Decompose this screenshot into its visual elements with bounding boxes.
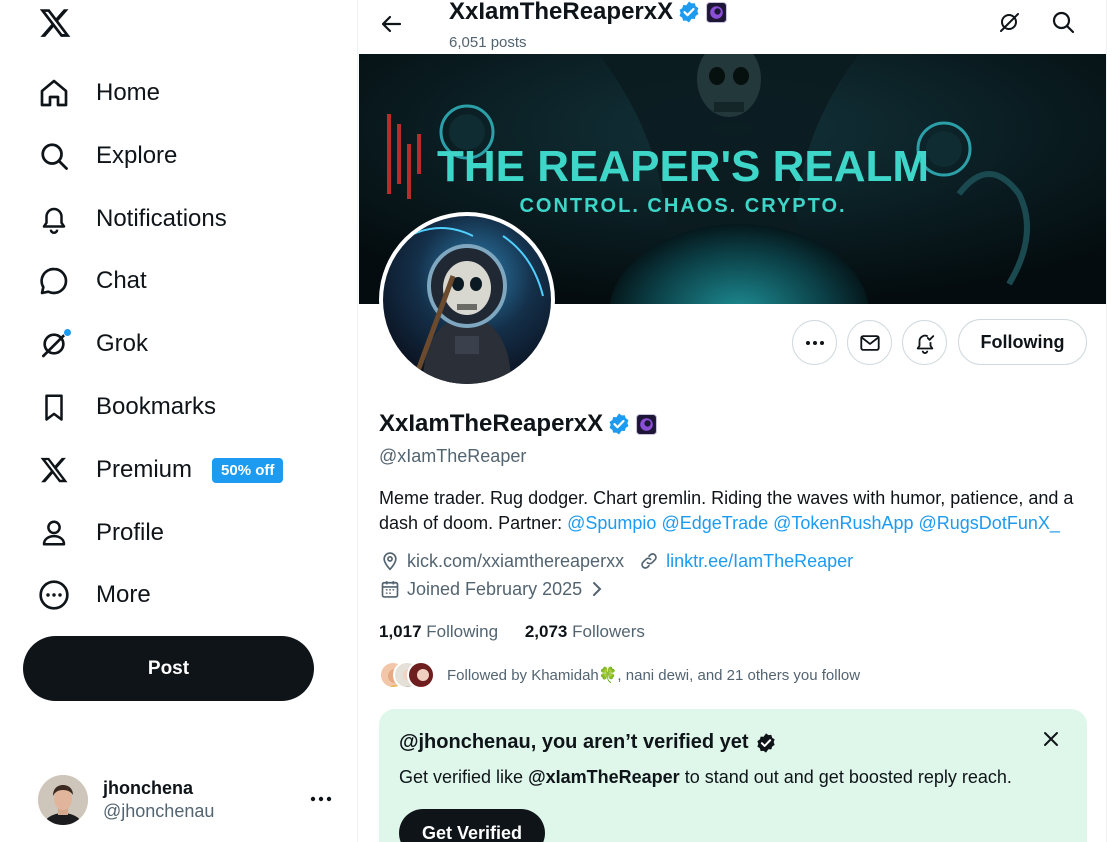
get-verified-button[interactable]: Get Verified [399, 809, 545, 842]
x-logo-icon[interactable] [38, 6, 74, 42]
nav-profile-label: Profile [96, 519, 165, 546]
verify-text-prefix: Get verified like [399, 767, 529, 787]
grok-icon [36, 326, 72, 362]
followed-by-row[interactable]: Followed by Khamidah🍀, nani dewi, and 21… [379, 660, 860, 690]
header-post-count: 6,051 posts [449, 34, 527, 51]
grok-icon[interactable] [992, 5, 1026, 39]
nav-grok[interactable]: Grok [36, 319, 148, 369]
nav-bookmarks-label: Bookmarks [96, 393, 217, 420]
verification-promo-card: @jhonchenau, you aren’t verified yet Get… [379, 709, 1087, 842]
nav-grok-label: Grok [96, 330, 149, 357]
bell-icon [36, 201, 72, 237]
profile-name-row: XxIamTheReaperxX [379, 410, 658, 438]
followers-count: 2,073 [524, 622, 568, 641]
nav-chat[interactable]: Chat [36, 256, 147, 306]
nav-home-label: Home [96, 79, 161, 106]
search-icon[interactable] [1046, 5, 1080, 39]
nav-bookmarks[interactable]: Bookmarks [36, 382, 216, 432]
profile-joined-row[interactable]: Joined February 2025 [379, 578, 614, 600]
bio-mention-link[interactable]: @RugsDotFunX_ [919, 513, 1060, 533]
profile-main-column: THE REAPER'S REALM CONTROL. CHAOS. CRYPT… [357, 0, 1107, 842]
bio-mention-link[interactable]: @TokenRushApp [773, 513, 913, 533]
close-icon[interactable] [1039, 727, 1063, 751]
header-title: XxIamTheReaperxX [449, 0, 728, 26]
verify-card-text: Get verified like @xIamTheReaper to stan… [399, 767, 1012, 788]
envelope-icon [859, 332, 881, 354]
verify-card-title-row: @jhonchenau, you aren’t verified yet [399, 731, 777, 754]
profile-location: kick.com/xxiamthereaperxx [407, 550, 625, 571]
nav-chat-label: Chat [96, 267, 147, 294]
more-circle-icon [36, 577, 72, 613]
home-icon [36, 75, 72, 111]
nav-explore-label: Explore [96, 142, 178, 169]
verified-badge-icon [677, 0, 701, 24]
notify-button[interactable] [902, 320, 947, 365]
verify-card-title: @jhonchenau, you aren’t verified yet [399, 731, 749, 753]
nav-premium-label: Premium [96, 456, 193, 483]
nav-premium[interactable]: Premium 50% off [36, 445, 284, 495]
chat-bubble-icon [36, 263, 72, 299]
followers-label: Followers [572, 622, 645, 641]
account-switcher[interactable]: jhonchena @jhonchenau [38, 772, 338, 828]
link-icon [638, 550, 660, 572]
profile-avatar[interactable] [379, 212, 555, 388]
nav-profile[interactable]: Profile [36, 508, 164, 558]
affiliate-badge-icon [706, 1, 728, 23]
location-pin-icon [379, 550, 401, 572]
following-button[interactable]: Following [958, 319, 1087, 365]
post-button[interactable]: Post [23, 636, 314, 701]
nav-notifications-label: Notifications [96, 205, 227, 232]
bio-mention-link[interactable]: @EdgeTrade [661, 513, 768, 533]
chevron-right-icon [586, 578, 608, 600]
left-sidebar: Home Explore Notifications Chat Grok Boo… [0, 0, 357, 842]
avatar [38, 775, 88, 825]
search-icon [36, 138, 72, 174]
profile-website-link[interactable]: linktr.ee/IamTheReaper [666, 551, 853, 572]
followers-stat[interactable]: 2,073 Followers [525, 622, 645, 641]
banner-title: THE REAPER'S REALM [437, 142, 929, 191]
x-premium-icon [36, 452, 72, 488]
message-button[interactable] [847, 320, 892, 365]
verified-badge-icon[interactable] [607, 412, 631, 436]
person-icon [36, 515, 72, 551]
calendar-icon [379, 578, 401, 600]
following-stat[interactable]: 1,017 Following [379, 622, 498, 641]
following-label: Following [426, 622, 499, 641]
more-options-button[interactable] [792, 320, 837, 365]
profile-display-name: XxIamTheReaperxX [379, 410, 604, 437]
premium-discount-badge: 50% off [212, 457, 284, 483]
profile-header-bar: XxIamTheReaperxX 6,051 posts [358, 0, 1106, 54]
verify-text-handle: @xIamTheReaper [528, 767, 680, 787]
verified-badge-icon [755, 732, 777, 754]
profile-meta-row: kick.com/xxiamthereaperxx linktr.ee/IamT… [379, 550, 853, 572]
followed-by-text: Followed by Khamidah🍀, nani dewi, and 21… [447, 667, 861, 684]
profile-joined-date: Joined February 2025 [407, 578, 583, 599]
nav-notifications[interactable]: Notifications [36, 194, 227, 244]
bookmark-icon [36, 389, 72, 425]
verify-text-suffix: to stand out and get boosted reply reach… [679, 767, 1012, 787]
follower-avatar [407, 661, 435, 689]
banner-subtitle: CONTROL. CHAOS. CRYPTO. [519, 195, 846, 217]
profile-bio: Meme trader. Rug dodger. Chart gremlin. … [379, 486, 1099, 536]
nav-home[interactable]: Home [36, 68, 160, 118]
scrollbar[interactable] [1107, 0, 1118, 842]
bio-mention-link[interactable]: @Spumpio [567, 513, 656, 533]
grok-notification-dot [63, 328, 72, 337]
follow-stats: 1,017 Following 2,073 Followers [379, 622, 645, 642]
more-dots-icon[interactable] [306, 784, 336, 814]
nav-more[interactable]: More [36, 570, 151, 620]
nav-more-label: More [96, 581, 151, 608]
header-name: XxIamTheReaperxX [449, 0, 674, 25]
account-handle: @jhonchenau [103, 801, 215, 821]
bell-check-icon [914, 332, 936, 354]
nav-explore[interactable]: Explore [36, 131, 177, 181]
following-count: 1,017 [379, 622, 422, 641]
profile-handle: @xIamTheReaper [379, 446, 527, 466]
back-arrow-icon[interactable] [374, 6, 410, 42]
account-name: jhonchena [103, 777, 194, 798]
affiliate-badge-icon[interactable] [636, 413, 658, 435]
